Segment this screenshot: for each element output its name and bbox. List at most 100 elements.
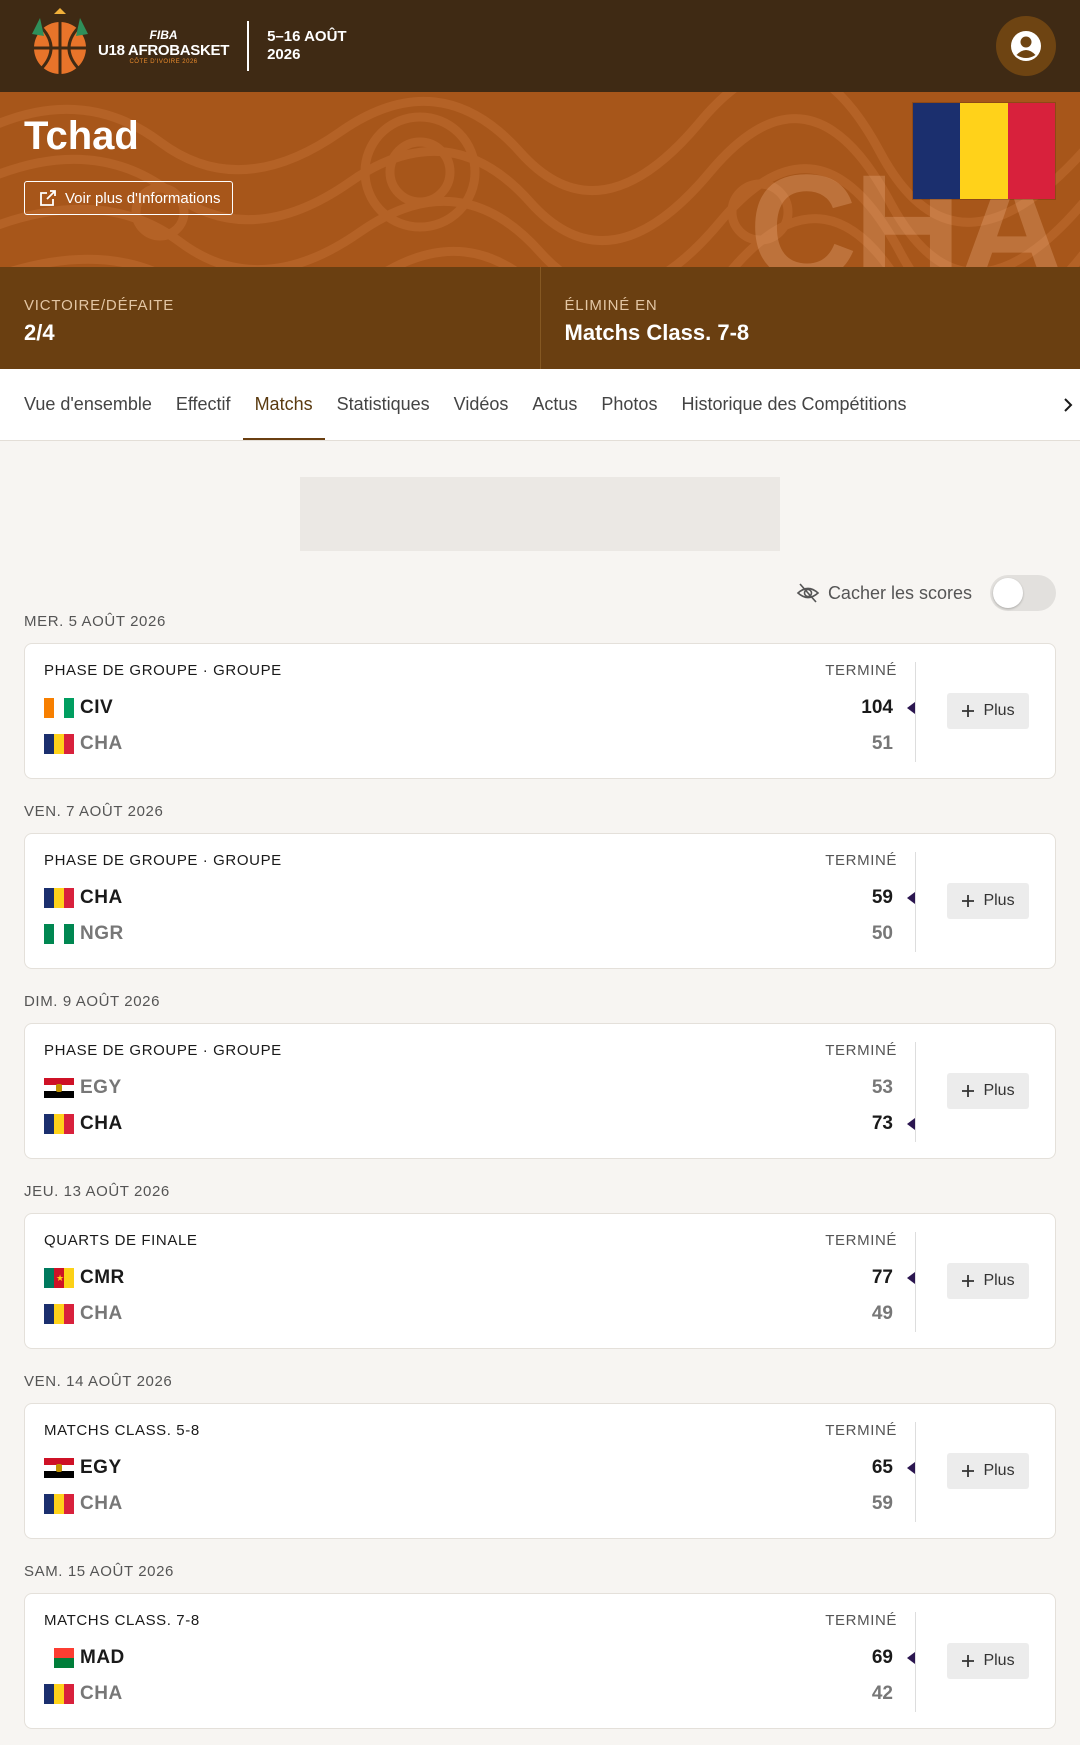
team-score: 104: [861, 697, 893, 718]
team-code: CHA: [80, 1303, 123, 1324]
team-row[interactable]: CHA: [44, 1112, 123, 1136]
game-more-button[interactable]: Plus: [947, 883, 1029, 919]
team-code: CHA: [80, 1683, 123, 1704]
team-row[interactable]: CHA: [44, 1682, 123, 1706]
game-day: DIM. 9 AOÛT 2026 PHASE DE GROUPE · GROUPE…: [24, 991, 1056, 1159]
logo-event-text: U18 AFROBASKET: [98, 41, 230, 59]
tab-1[interactable]: Effectif: [164, 369, 243, 440]
tab-6[interactable]: Photos: [589, 369, 669, 440]
game-more-label: Plus: [983, 1462, 1015, 1479]
games-list: MER. 5 AOÛT 2026 PHASE DE GROUPE · GROUPE…: [24, 611, 1056, 1729]
event-logo[interactable]: FIBA U18 AFROBASKET CÔTE D'IVOIRE 2026: [24, 8, 229, 84]
team-score: 73: [871, 1113, 893, 1134]
plus-icon: [962, 1655, 975, 1667]
game-phase: MATCHS CLASS. 7-8: [44, 1612, 200, 1629]
game-phase: PHASE DE GROUPE · GROUPE: [44, 1042, 282, 1059]
chevron-right-icon: [1064, 397, 1073, 412]
game-more-button[interactable]: Plus: [947, 1073, 1029, 1109]
card-divider: [915, 662, 916, 762]
tab-4[interactable]: Vidéos: [442, 369, 521, 440]
team-name: Tchad: [24, 114, 139, 158]
winner-arrow-icon: [907, 1462, 915, 1474]
game-phase: PHASE DE GROUPE · GROUPE: [44, 662, 282, 679]
winner-arrow-icon: [907, 1652, 915, 1664]
team-row[interactable]: MAD: [44, 1646, 125, 1670]
game-day: SAM. 15 AOÛT 2026 MATCHS CLASS. 7-8 TERMIN…: [24, 1561, 1056, 1729]
team-code: CHA: [80, 733, 123, 754]
cha-flag-icon: [44, 1494, 74, 1514]
team-score: 65: [871, 1457, 893, 1478]
team-record: VICTOIRE/DÉFAITE 2/4 ÉLIMINÉ EN Matchs C…: [0, 267, 1080, 369]
eliminated-label: ÉLIMINÉ EN: [564, 297, 658, 314]
game-card[interactable]: PHASE DE GROUPE · GROUPE TERMINÉ CIV 104 CHA…: [24, 643, 1056, 779]
game-status: TERMINÉ: [825, 1422, 897, 1439]
team-row[interactable]: CHA: [44, 732, 123, 756]
hide-scores-label: Cacher les scores: [827, 582, 972, 603]
team-row[interactable]: CHA: [44, 1302, 123, 1326]
tab-7[interactable]: Historique des Compétitions: [669, 369, 918, 440]
team-row[interactable]: ★ CMR: [44, 1266, 125, 1290]
game-card[interactable]: PHASE DE GROUPE · GROUPE TERMINÉ CHA 59 NGR 5…: [24, 833, 1056, 969]
team-row[interactable]: NGR: [44, 922, 124, 946]
more-info-label: Voir plus d'Informations: [65, 189, 221, 207]
game-more-button[interactable]: Plus: [947, 1643, 1029, 1679]
team-code: CMR: [80, 1267, 125, 1288]
game-more-label: Plus: [983, 1082, 1015, 1099]
plus-icon: [962, 1465, 975, 1477]
game-card[interactable]: QUARTS DE FINALE TERMINÉ ★ CMR 77 CHA 49 Plus: [24, 1213, 1056, 1349]
team-score: 42: [871, 1683, 893, 1704]
event-dates-line2: 2026: [267, 46, 301, 63]
hide-scores-toggle[interactable]: [990, 575, 1056, 611]
game-card[interactable]: PHASE DE GROUPE · GROUPE TERMINÉ EGY 53 CHA 7…: [24, 1023, 1056, 1159]
game-day: VEN. 14 AOÛT 2026 MATCHS CLASS. 5-8 TERMIN…: [24, 1371, 1056, 1539]
team-row[interactable]: CIV: [44, 696, 113, 720]
egy-flag-icon: [44, 1078, 74, 1098]
tabs-scroll-right-button[interactable]: [1040, 369, 1080, 440]
team-code: MAD: [80, 1647, 125, 1668]
team-flag-stripe: [1007, 103, 1055, 199]
win-loss-cell: VICTOIRE/DÉFAITE 2/4: [0, 267, 540, 369]
game-more-button[interactable]: Plus: [947, 1453, 1029, 1489]
tab-0[interactable]: Vue d'ensemble: [12, 369, 164, 440]
eliminated-value: Matchs Class. 7-8: [564, 320, 750, 345]
civ-flag-icon: [44, 698, 74, 718]
tab-2[interactable]: Matchs: [242, 369, 325, 440]
team-code: NGR: [80, 923, 124, 944]
account-button[interactable]: [996, 16, 1056, 76]
team-code: CHA: [80, 887, 123, 908]
game-more-button[interactable]: Plus: [947, 693, 1029, 729]
external-link-icon: [40, 190, 56, 206]
user-circle-icon: [1011, 31, 1041, 61]
card-divider: [915, 1612, 916, 1712]
top-bar: FIBA U18 AFROBASKET CÔTE D'IVOIRE 2026 5…: [0, 0, 1080, 92]
team-row[interactable]: EGY: [44, 1456, 122, 1480]
logo-host-text: CÔTE D'IVOIRE 2026: [129, 58, 198, 65]
game-more-button[interactable]: Plus: [947, 1263, 1029, 1299]
team-row[interactable]: EGY: [44, 1076, 122, 1100]
game-phase: QUARTS DE FINALE: [44, 1232, 198, 1249]
game-status: TERMINÉ: [825, 1232, 897, 1249]
team-flag-stripe: [960, 103, 1008, 199]
team-score: 69: [871, 1647, 893, 1668]
team-row[interactable]: CHA: [44, 1492, 123, 1516]
game-more-label: Plus: [983, 1652, 1015, 1669]
tab-5[interactable]: Actus: [520, 369, 589, 440]
game-more-label: Plus: [983, 702, 1015, 719]
game-date: MER. 5 AOÛT 2026: [24, 613, 166, 630]
game-card[interactable]: MATCHS CLASS. 7-8 TERMINÉ MAD 69 CHA 42 Plus: [24, 1593, 1056, 1729]
team-score: 49: [871, 1303, 893, 1324]
team-code: EGY: [80, 1077, 122, 1098]
team-row[interactable]: CHA: [44, 886, 123, 910]
team-score: 51: [871, 733, 893, 754]
cha-flag-icon: [44, 734, 74, 754]
game-phase: MATCHS CLASS. 5-8: [44, 1422, 200, 1439]
ngr-flag-icon: [44, 924, 74, 944]
event-dates-line1: 5–16 AOÛT: [267, 28, 347, 45]
header-divider: [247, 21, 250, 71]
win-loss-value: 2/4: [24, 320, 55, 345]
more-info-button[interactable]: Voir plus d'Informations: [24, 181, 234, 215]
tab-3[interactable]: Statistiques: [325, 369, 442, 440]
game-day: JEU. 13 AOÛT 2026 QUARTS DE FINALE TERMINÉ…: [24, 1181, 1056, 1349]
game-card[interactable]: MATCHS CLASS. 5-8 TERMINÉ EGY 65 CHA 59 Plus: [24, 1403, 1056, 1539]
team-flag-stripe: [913, 103, 961, 199]
